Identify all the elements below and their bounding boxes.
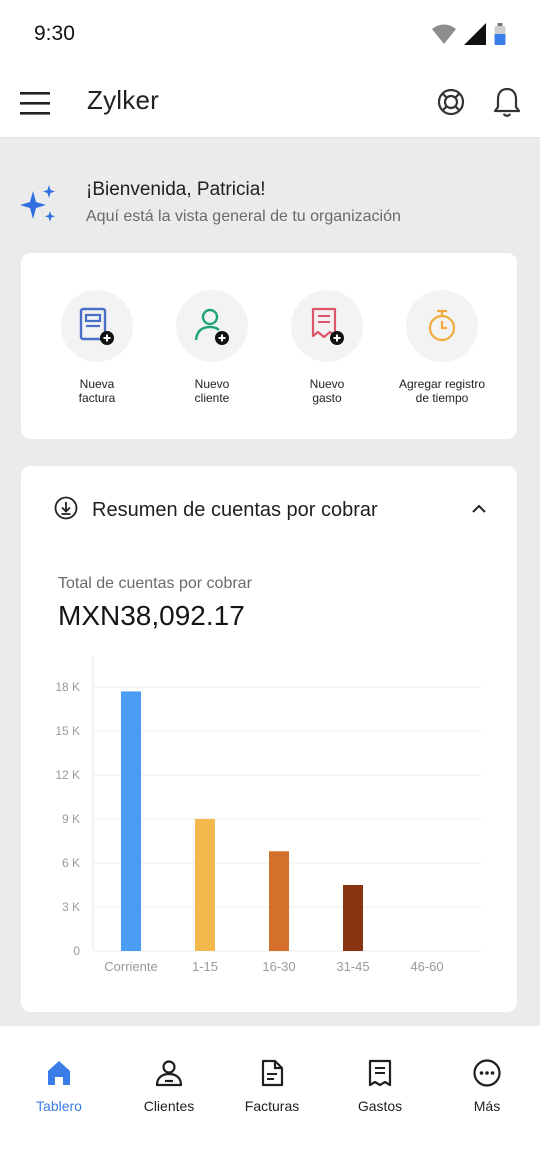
wifi-icon (432, 24, 456, 44)
system-icons (432, 23, 506, 45)
receivables-bar-chart: 0 3 K 6 K 9 K 12 K 15 K 18 K Corriente 1-15 16-30… (55, 657, 481, 974)
tab-more[interactable]: Más (437, 1058, 537, 1114)
y-tick-label: 15 K (55, 724, 80, 738)
tab-dashboard[interactable]: Tablero (9, 1058, 109, 1114)
new-invoice-icon (79, 307, 114, 345)
new-expense-icon (311, 307, 344, 345)
app-bar: Zylker (0, 68, 540, 138)
tab-label: Gastos (357, 1098, 403, 1114)
tab-customers[interactable]: Clientes (119, 1058, 219, 1114)
y-tick-label: 0 (73, 944, 80, 958)
quick-action-label: Nueva factura (78, 377, 116, 405)
more-icon (473, 1059, 501, 1087)
new-customer-button[interactable]: Nuevo cliente (152, 290, 272, 405)
x-tick-label: 46-60 (410, 959, 443, 974)
invoices-icon (261, 1059, 284, 1087)
new-invoice-button[interactable]: Nueva factura (37, 290, 157, 405)
welcome-subtitle: Aquí está la vista general de tu organiz… (86, 208, 401, 225)
x-tick-label: 16-30 (262, 959, 295, 974)
receivables-summary-card: Resumen de cuentas por cobrar Total de c… (21, 466, 517, 1012)
notification-bell-icon[interactable] (493, 86, 521, 118)
status-bar: 9:30 (0, 0, 540, 68)
y-tick-label: 18 K (55, 680, 80, 694)
tab-expenses[interactable]: Gastos (330, 1058, 430, 1114)
y-tick-label: 9 K (62, 812, 80, 826)
bottom-tab-bar: Tablero Clientes Facturas Gastos Más (0, 1026, 540, 1172)
tab-invoices[interactable]: Facturas (222, 1058, 322, 1114)
y-tick-label: 3 K (62, 900, 80, 914)
quick-action-label: Agregar registro de tiempo (398, 377, 486, 405)
welcome-greeting: ¡Bienvenida, Patricia! (86, 179, 266, 200)
tab-label: Clientes (143, 1098, 195, 1114)
stopwatch-icon (428, 309, 456, 342)
tab-label: Más (473, 1098, 501, 1114)
new-expense-button[interactable]: Nuevo gasto (267, 290, 387, 405)
quick-action-label: Nuevo cliente (194, 377, 230, 405)
quick-actions-card: Nuevafactura Nuevocliente Nuevogasto (21, 253, 517, 439)
sparkle-icon (20, 185, 55, 222)
tab-label: Facturas (244, 1098, 300, 1114)
x-tick-label: Corriente (104, 959, 157, 974)
bar (121, 691, 141, 951)
quick-action-label: Nuevo gasto (309, 377, 345, 405)
y-tick-label: 12 K (55, 768, 80, 782)
home-icon (48, 1061, 70, 1085)
customers-icon (155, 1060, 183, 1087)
bar (269, 851, 289, 951)
x-tick-label: 1-15 (192, 959, 218, 974)
welcome-section: ¡Bienvenida, Patricia! Aquí está la vist… (0, 138, 540, 252)
app-title: Zylker (87, 85, 159, 115)
add-time-entry-button[interactable]: Agregar registro de tiempo (382, 290, 502, 405)
bar (343, 885, 363, 951)
hamburger-menu-icon[interactable] (20, 88, 52, 118)
status-time: 9:30 (34, 22, 75, 45)
cell-signal-icon (464, 23, 486, 45)
bar (195, 819, 215, 951)
expenses-icon (368, 1059, 392, 1087)
new-customer-icon (194, 308, 229, 345)
y-tick-label: 6 K (62, 856, 80, 870)
help-lifebuoy-icon[interactable] (436, 87, 466, 117)
x-tick-label: 31-45 (336, 959, 369, 974)
tab-label: Tablero (36, 1098, 82, 1114)
battery-icon (494, 23, 506, 45)
